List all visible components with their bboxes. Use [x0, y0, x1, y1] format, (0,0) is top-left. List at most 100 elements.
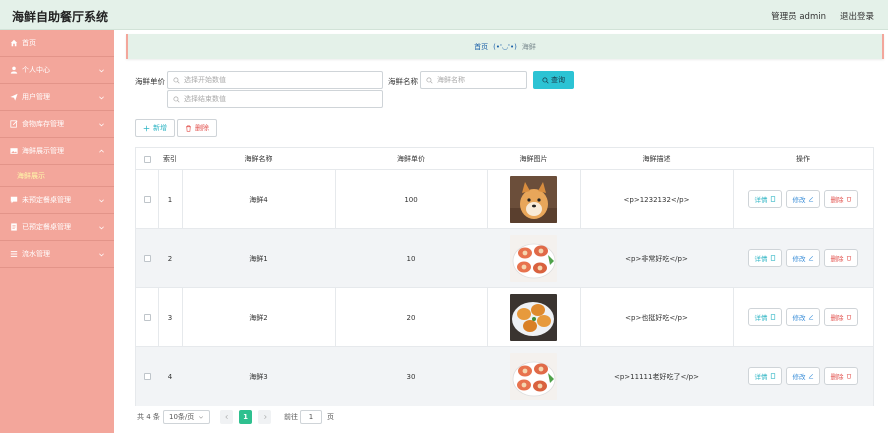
select-all-checkbox[interactable]	[143, 155, 151, 163]
next-page-button[interactable]	[258, 410, 271, 424]
document-icon	[770, 196, 775, 202]
add-button-label: 新增	[153, 124, 167, 132]
header-actions: 操作	[796, 155, 810, 163]
edit-button[interactable]: 修改	[786, 308, 820, 326]
row-checkbox[interactable]	[143, 255, 151, 262]
delete-button[interactable]: 删除	[824, 249, 858, 267]
sidebar-item-label: 未预定餐桌管理	[22, 196, 71, 204]
breadcrumb-separator: (•'◡'•)	[493, 42, 517, 51]
chevron-down-icon	[99, 226, 104, 230]
shiba-dog-image	[510, 176, 557, 223]
search-icon	[173, 95, 180, 103]
select-all-cell[interactable]	[136, 148, 158, 170]
cell-description: <p>非常好吃</p>	[625, 254, 688, 263]
header-name: 海鲜名称	[244, 155, 273, 163]
chevron-down-icon	[99, 69, 104, 73]
row-checkbox[interactable]	[143, 196, 151, 203]
delete-button[interactable]: 删除	[824, 308, 858, 326]
chevron-down-icon	[99, 96, 104, 100]
detail-button[interactable]: 详情	[748, 190, 782, 208]
cell-index: 2	[167, 254, 173, 263]
row-checkbox[interactable]	[143, 314, 151, 321]
sidebar-item-seafood-display[interactable]: 海鲜展示管理	[0, 138, 114, 165]
detail-label: 详情	[754, 196, 768, 204]
page-size-select[interactable]: 10条/页	[163, 410, 210, 424]
chevron-down-icon	[99, 253, 104, 257]
sidebar-item-transactions[interactable]: 流水管理	[0, 241, 114, 268]
page-number-current[interactable]: 1	[239, 410, 252, 424]
name-placeholder: 海鲜名称	[437, 76, 465, 84]
sidebar-item-label: 食物库存管理	[22, 120, 64, 128]
query-button-label: 查询	[551, 76, 565, 84]
table-row[interactable]: 2 海鲜1 10 <p>非常好吃</p> 详情 修改 删除	[136, 229, 873, 288]
user-area: 管理员 admin 退出登录	[771, 10, 874, 22]
breadcrumb: 首页 (•'◡'•) 海鲜	[126, 34, 884, 59]
cell-name: 海鲜2	[249, 313, 268, 322]
name-search-input[interactable]: 海鲜名称	[420, 71, 527, 89]
edit-button[interactable]: 修改	[786, 367, 820, 385]
delete-button[interactable]: 删除	[824, 190, 858, 208]
table-row[interactable]: 1 海鲜4 100 <p>1232132</p> 详情 修改 删除	[136, 170, 873, 229]
sidebar-item-label: 已预定餐桌管理	[22, 223, 71, 231]
price-start-placeholder: 选择开始数值	[184, 76, 226, 84]
seafood-image[interactable]	[510, 176, 557, 223]
edit-button[interactable]: 修改	[786, 190, 820, 208]
row-select-cell[interactable]	[136, 170, 158, 229]
page-size-value: 10条/页	[169, 413, 195, 421]
query-button[interactable]: 查询	[533, 71, 574, 89]
row-select-cell[interactable]	[136, 229, 158, 288]
cell-description: <p>也挺好吃</p>	[625, 313, 688, 322]
row-checkbox[interactable]	[143, 373, 151, 380]
breadcrumb-home[interactable]: 首页	[474, 42, 488, 52]
scallop-plate-image	[510, 353, 557, 400]
prev-page-button[interactable]	[220, 410, 233, 424]
send-icon	[9, 93, 18, 102]
row-select-cell[interactable]	[136, 288, 158, 347]
picture-icon	[9, 147, 18, 156]
sidebar-item-booked-tables[interactable]: 已预定餐桌管理	[0, 214, 114, 241]
detail-button[interactable]: 详情	[748, 249, 782, 267]
seafood-image[interactable]	[510, 235, 557, 282]
sidebar-item-home[interactable]: 首页	[0, 30, 114, 57]
cell-index: 1	[167, 195, 173, 204]
edit-label: 修改	[792, 255, 806, 263]
detail-button[interactable]: 详情	[748, 308, 782, 326]
batch-delete-button[interactable]: 删除	[177, 119, 217, 137]
sidebar-item-profile[interactable]: 个人中心	[0, 57, 114, 84]
table-row[interactable]: 3 海鲜2 20 <p>也挺好吃</p> 详情 修改 删除	[136, 288, 873, 347]
search-icon	[542, 76, 549, 84]
add-button[interactable]: 新增	[135, 119, 175, 137]
edit-icon	[808, 373, 813, 379]
goto-page-input[interactable]: 1	[300, 410, 322, 424]
trash-icon	[846, 197, 851, 202]
seafood-image[interactable]	[510, 294, 557, 341]
logout-link[interactable]: 退出登录	[840, 10, 874, 22]
price-start-input[interactable]: 选择开始数值	[167, 71, 383, 89]
chevron-right-icon	[263, 414, 267, 420]
seafood-image[interactable]	[510, 353, 557, 400]
sidebar-item-food-stock[interactable]: 食物库存管理	[0, 111, 114, 138]
header-description: 海鲜描述	[642, 155, 671, 163]
edit-button[interactable]: 修改	[786, 249, 820, 267]
row-select-cell[interactable]	[136, 347, 158, 406]
sidebar-item-label: 流水管理	[22, 250, 50, 258]
cell-index: 4	[167, 372, 173, 381]
detail-label: 详情	[754, 255, 768, 263]
cell-price: 30	[406, 372, 416, 381]
detail-button[interactable]: 详情	[748, 367, 782, 385]
sidebar-item-label: 个人中心	[22, 66, 50, 74]
sidebar-item-unbooked-tables[interactable]: 未预定餐桌管理	[0, 187, 114, 214]
cell-price: 20	[406, 313, 416, 322]
cell-name: 海鲜4	[249, 195, 268, 204]
name-label: 海鲜名称	[388, 77, 418, 86]
edit-icon	[808, 255, 813, 261]
delete-button[interactable]: 删除	[824, 367, 858, 385]
sidebar-item-users[interactable]: 用户管理	[0, 84, 114, 111]
price-end-input[interactable]: 选择结束数值	[167, 90, 383, 108]
sidebar-subitem-seafood[interactable]: 海鲜展示	[0, 165, 114, 187]
cell-price: 100	[404, 195, 418, 204]
edit-icon	[9, 120, 18, 129]
table-row[interactable]: 4 海鲜3 30 <p>11111老好吃了</p> 详情 修改 删除	[136, 347, 873, 406]
breadcrumb-current: 海鲜	[521, 42, 536, 51]
app-title: 海鲜自助餐厅系统	[12, 10, 109, 24]
